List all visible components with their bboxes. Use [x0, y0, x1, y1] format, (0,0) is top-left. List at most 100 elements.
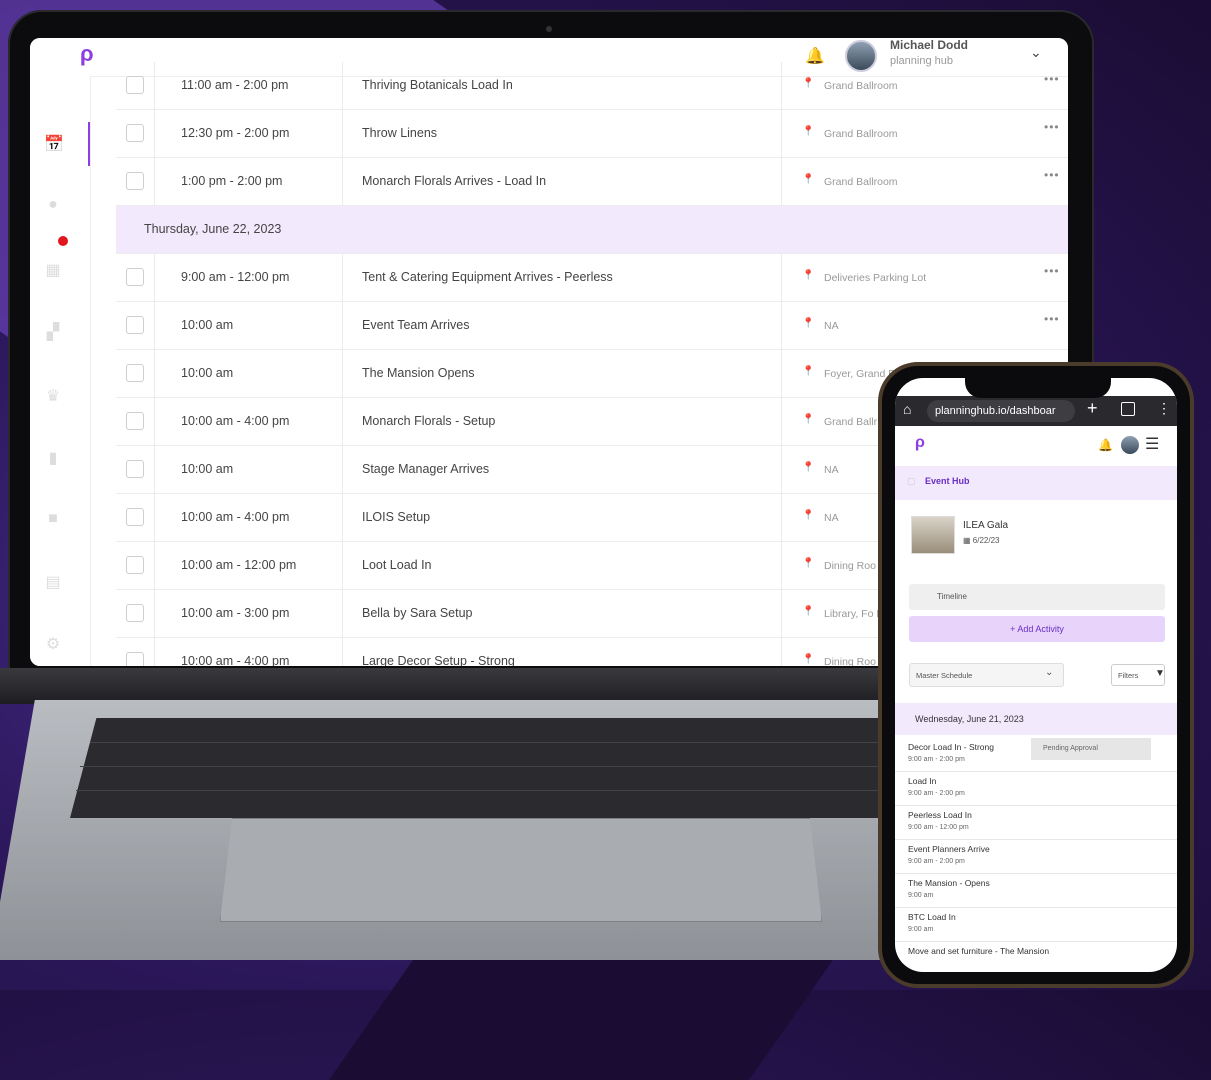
funnel-icon[interactable]: ▼ — [1155, 668, 1165, 679]
grid-icon[interactable]: ▞ — [44, 322, 62, 341]
hamburger-menu-icon[interactable]: ☰ — [1145, 434, 1159, 454]
list-item[interactable]: Decor Load In - Strong 9:00 am - 2:00 pm… — [895, 738, 1177, 772]
more-options-icon[interactable]: ••• — [1044, 312, 1060, 326]
item-title: Load In — [908, 776, 937, 786]
url-bar[interactable]: planninghub.io/dashboar — [927, 400, 1075, 422]
row-time: 10:00 am - 3:00 pm — [155, 590, 343, 637]
bell-icon[interactable]: 🔔 — [1098, 438, 1113, 452]
document-icon[interactable]: ▦ — [44, 260, 62, 279]
row-checkbox[interactable] — [126, 268, 144, 286]
table-row[interactable]: 12:30 pm - 2:00 pm Throw Linens 📍 Grand … — [116, 110, 1068, 158]
chevron-down-icon[interactable]: ⌄ — [1030, 44, 1042, 61]
row-location: NA — [824, 319, 839, 332]
new-tab-icon[interactable]: + — [1087, 398, 1098, 419]
item-title: The Mansion - Opens — [908, 878, 990, 888]
more-options-icon[interactable]: ••• — [1044, 72, 1060, 86]
row-checkbox[interactable] — [126, 172, 144, 190]
key-row-divider — [80, 766, 940, 767]
list-item[interactable]: BTC Load In 9:00 am — [895, 908, 1177, 942]
gear-icon[interactable]: ⚙ — [44, 634, 62, 653]
home-icon[interactable]: ⌂ — [903, 401, 911, 417]
list-item[interactable]: The Mansion - Opens 9:00 am — [895, 874, 1177, 908]
list-item[interactable]: Move and set furniture - The Mansion — [895, 942, 1177, 972]
calendar-icon[interactable]: 📅 — [44, 134, 64, 153]
row-checkbox[interactable] — [126, 124, 144, 142]
event-date: ▦ 6/22/23 — [963, 536, 999, 545]
notifications-icon[interactable]: ● — [44, 196, 62, 214]
row-title: Monarch Florals - Setup — [344, 398, 782, 445]
row-time: 11:00 am - 2:00 pm — [155, 62, 343, 109]
row-location: Grand Ballroom — [824, 127, 898, 140]
event-hub-label: Event Hub — [925, 476, 970, 486]
list-item[interactable]: Peerless Load In 9:00 am - 12:00 pm — [895, 806, 1177, 840]
add-activity-button[interactable]: + Add Activity — [909, 616, 1165, 642]
event-hub-nav[interactable]: ▢ Event Hub — [895, 466, 1177, 500]
item-title: Decor Load In - Strong — [908, 742, 994, 752]
chart-icon[interactable]: ▮ — [44, 448, 62, 467]
list-item[interactable]: Load In 9:00 am - 2:00 pm — [895, 772, 1177, 806]
item-title: Move and set furniture - The Mansion — [908, 946, 1050, 956]
event-name: ILEA Gala — [963, 520, 1009, 531]
item-time: 9:00 am — [908, 892, 934, 899]
row-time: 10:00 am - 4:00 pm — [155, 638, 343, 666]
planninghub-logo[interactable]: ρ — [915, 434, 925, 452]
row-checkbox[interactable] — [126, 556, 144, 574]
crown-icon[interactable]: ♛ — [44, 386, 62, 405]
avatar[interactable] — [1121, 436, 1139, 454]
file-icon[interactable]: ▤ — [44, 572, 62, 591]
row-title: Bella by Sara Setup — [344, 590, 782, 637]
day-header: Wednesday, June 21, 2023 — [895, 703, 1177, 735]
phone-notch — [965, 370, 1111, 398]
table-row[interactable]: 10:00 am Event Team Arrives 📍 NA ••• — [116, 302, 1068, 350]
item-time: 9:00 am - 2:00 pm — [908, 858, 965, 865]
row-time: 10:00 am — [155, 350, 343, 397]
item-time: 9:00 am - 2:00 pm — [908, 756, 965, 763]
item-title: BTC Load In — [908, 912, 956, 922]
trackpad — [220, 818, 822, 922]
table-row[interactable]: 11:00 am - 2:00 pm Thriving Botanicals L… — [116, 62, 1068, 110]
planninghub-logo[interactable]: ρ — [80, 41, 94, 67]
row-checkbox[interactable] — [126, 364, 144, 382]
key-row-divider — [90, 742, 930, 743]
row-time: 10:00 am - 4:00 pm — [155, 398, 343, 445]
table-row[interactable]: 1:00 pm - 2:00 pm Monarch Florals Arrive… — [116, 158, 1068, 206]
more-options-icon[interactable]: ••• — [1044, 168, 1060, 182]
row-checkbox[interactable] — [126, 412, 144, 430]
timeline-button[interactable]: Timeline — [909, 584, 1165, 610]
row-time: 10:00 am — [155, 302, 343, 349]
row-checkbox[interactable] — [126, 460, 144, 478]
tabs-icon[interactable] — [1121, 402, 1135, 416]
chevron-down-icon[interactable]: ⌄ — [1045, 667, 1053, 678]
row-time: 9:00 am - 12:00 pm — [155, 254, 343, 301]
browser-bar: ⌂ planninghub.io/dashboar + ⋮ — [895, 396, 1177, 426]
row-time: 12:30 pm - 2:00 pm — [155, 110, 343, 157]
table-row[interactable]: 9:00 am - 12:00 pm Tent & Catering Equip… — [116, 254, 1068, 302]
box-icon[interactable]: ■ — [44, 510, 62, 528]
row-checkbox[interactable] — [126, 316, 144, 334]
mobile-header: ρ 🔔 ☰ — [895, 426, 1177, 466]
list-item[interactable]: Event Planners Arrive 9:00 am - 2:00 pm — [895, 840, 1177, 874]
row-checkbox[interactable] — [126, 508, 144, 526]
activity-list: Decor Load In - Strong 9:00 am - 2:00 pm… — [895, 738, 1177, 972]
event-thumbnail — [911, 516, 955, 554]
keyboard — [70, 718, 950, 818]
item-time: 9:00 am - 2:00 pm — [908, 790, 965, 797]
row-title: Thriving Botanicals Load In — [344, 62, 782, 109]
item-time: 9:00 am — [908, 926, 934, 933]
row-title: Large Decor Setup - Strong — [344, 638, 782, 666]
row-title: Throw Linens — [344, 110, 782, 157]
sidebar: 📅 ● ▦ ▞ ♛ ▮ ■ ▤ ⚙ — [30, 76, 91, 666]
active-nav-marker — [88, 122, 90, 166]
kebab-menu-icon[interactable]: ⋮ — [1157, 400, 1171, 417]
schedule-select[interactable]: Master Schedule — [909, 663, 1064, 687]
row-checkbox[interactable] — [126, 76, 144, 94]
row-title: ILOIS Setup — [344, 494, 782, 541]
row-time: 10:00 am - 12:00 pm — [155, 542, 343, 589]
row-title: Stage Manager Arrives — [344, 446, 782, 493]
more-options-icon[interactable]: ••• — [1044, 264, 1060, 278]
more-options-icon[interactable]: ••• — [1044, 120, 1060, 134]
row-checkbox[interactable] — [126, 604, 144, 622]
row-checkbox[interactable] — [126, 652, 144, 666]
phone-screen: ⌂ planninghub.io/dashboar + ⋮ ρ 🔔 ☰ ▢ Ev… — [895, 378, 1177, 972]
event-date-text: 6/22/23 — [972, 536, 1000, 545]
